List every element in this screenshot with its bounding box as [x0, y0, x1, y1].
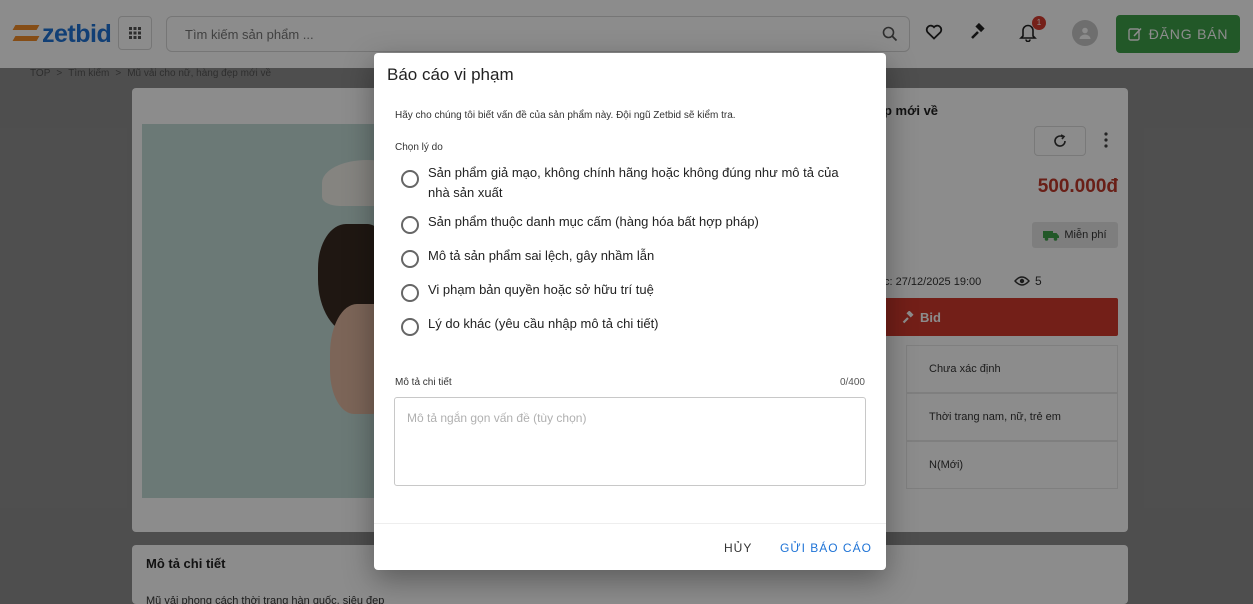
- reason-option-prohibited[interactable]: Sản phẩm thuộc danh mục cấm (hàng hóa bấ…: [401, 209, 871, 234]
- reason-option-label: Mô tả sản phẩm sai lệch, gây nhầm lẫn: [428, 248, 655, 263]
- radio-button[interactable]: [401, 318, 419, 336]
- reason-option-other[interactable]: Lý do khác (yêu cầu nhập mô tả chi tiết): [401, 311, 871, 336]
- reason-option-label: Sản phẩm giả mạo, không chính hãng hoặc …: [428, 165, 839, 200]
- reason-option-counterfeit[interactable]: Sản phẩm giả mạo, không chính hãng hoặc …: [401, 163, 871, 203]
- reason-label: Chọn lý do: [395, 142, 443, 153]
- detail-label: Mô tả chi tiết: [395, 377, 452, 388]
- reason-option-copyright[interactable]: Vi phạm bản quyền hoặc sở hữu trí tuệ: [401, 277, 871, 302]
- dialog-title: Báo cáo vi phạm: [387, 65, 514, 84]
- radio-button[interactable]: [401, 284, 419, 302]
- submit-report-button[interactable]: GỬI BÁO CÁO: [774, 537, 878, 559]
- reason-option-label: Vi phạm bản quyền hoặc sở hữu trí tuệ: [428, 282, 654, 297]
- report-violation-dialog: Báo cáo vi phạm Hãy cho chúng tôi biết v…: [374, 53, 886, 570]
- radio-button[interactable]: [401, 170, 419, 188]
- radio-button[interactable]: [401, 216, 419, 234]
- dialog-description: Hãy cho chúng tôi biết vấn đề của sản ph…: [395, 110, 736, 121]
- cancel-button[interactable]: HỦY: [718, 537, 758, 559]
- radio-button[interactable]: [401, 250, 419, 268]
- detail-textarea[interactable]: [394, 397, 866, 486]
- reason-option-label: Lý do khác (yêu cầu nhập mô tả chi tiết): [428, 316, 659, 331]
- dialog-divider: [374, 523, 886, 524]
- reason-option-label: Sản phẩm thuộc danh mục cấm (hàng hóa bấ…: [428, 214, 759, 229]
- reason-option-misleading[interactable]: Mô tả sản phẩm sai lệch, gây nhầm lẫn: [401, 243, 871, 268]
- char-counter: 0/400: [839, 377, 865, 388]
